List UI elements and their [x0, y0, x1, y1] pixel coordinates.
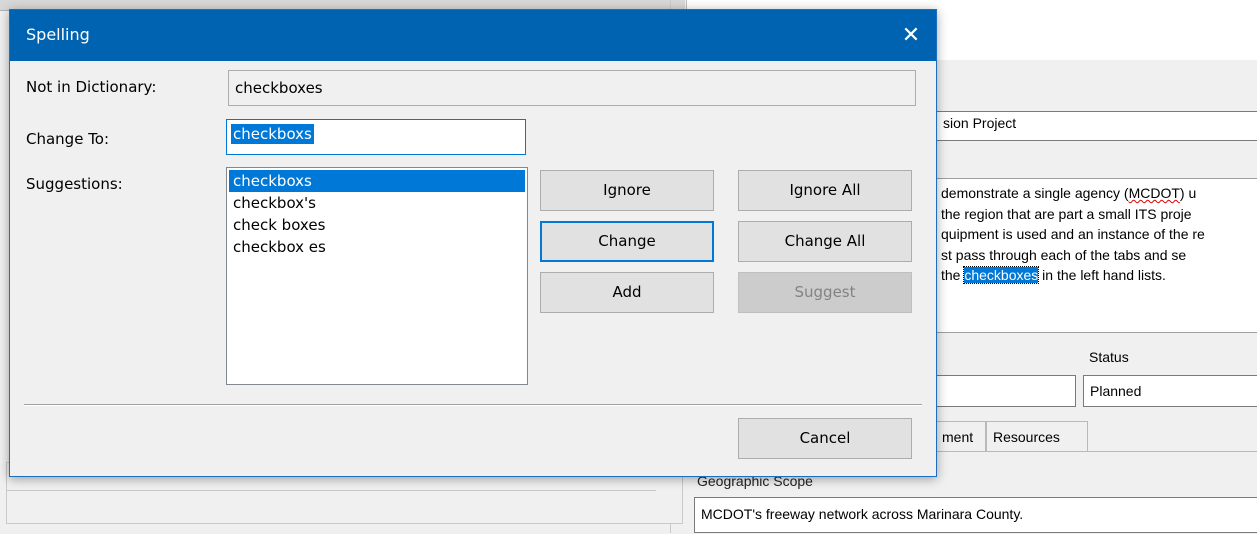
- not-in-dictionary-field: checkboxes: [228, 70, 916, 106]
- change-to-label: Change To:: [26, 130, 110, 148]
- project-name-text: sion Project: [943, 115, 1017, 131]
- description-line: quipment is used and an instance of the …: [941, 226, 1205, 242]
- suggestions-list[interactable]: checkboxs checkbox's check boxes checkbo…: [226, 167, 528, 385]
- dialog-title-bar[interactable]: Spelling ✕: [10, 10, 936, 61]
- not-in-dictionary-value: checkboxes: [235, 79, 323, 97]
- suggest-button: Suggest: [738, 272, 912, 313]
- background-list-frame-lower: [6, 490, 656, 534]
- date-field[interactable]: [936, 375, 1076, 407]
- suggestion-item[interactable]: checkbox's: [229, 192, 525, 214]
- status-label: Status: [1089, 349, 1129, 365]
- status-value: Planned: [1090, 383, 1142, 399]
- change-button[interactable]: Change: [540, 221, 714, 262]
- status-dropdown[interactable]: Planned: [1083, 375, 1257, 407]
- ignore-button[interactable]: Ignore: [540, 170, 714, 211]
- tab-resources[interactable]: Resources: [986, 421, 1088, 451]
- suggestion-item[interactable]: check boxes: [229, 214, 525, 236]
- dialog-separator: [24, 404, 922, 406]
- dialog-title: Spelling: [26, 25, 90, 44]
- suggestions-label: Suggestions:: [26, 175, 123, 193]
- suggestion-item[interactable]: checkboxs: [229, 170, 525, 192]
- close-icon[interactable]: ✕: [886, 10, 936, 61]
- geographic-scope-value: MCDOT's freeway network across Marinara …: [701, 506, 1024, 522]
- highlighted-word: checkboxes: [963, 266, 1040, 284]
- description-line: demonstrate a single agency (MCDOT) u: [941, 185, 1197, 201]
- ignore-all-button[interactable]: Ignore All: [738, 170, 912, 211]
- tab-management[interactable]: ment: [936, 421, 986, 451]
- suggestion-item[interactable]: checkbox es: [229, 236, 525, 258]
- project-name-field[interactable]: sion Project: [936, 111, 1257, 141]
- change-to-input[interactable]: checkboxs: [226, 119, 526, 155]
- description-line: st pass through each of the tabs and se: [941, 246, 1187, 263]
- description-line: the region that are part a small ITS pro…: [941, 205, 1192, 222]
- project-description-field[interactable]: demonstrate a single agency (MCDOT) u th…: [936, 178, 1257, 333]
- description-line: the checkboxes in the left hand lists.: [941, 266, 1166, 284]
- add-button[interactable]: Add: [540, 272, 714, 313]
- spelling-dialog: Spelling ✕ Not in Dictionary: checkboxes…: [9, 9, 937, 477]
- geographic-scope-field[interactable]: MCDOT's freeway network across Marinara …: [694, 497, 1257, 533]
- change-all-button[interactable]: Change All: [738, 221, 912, 262]
- cancel-button[interactable]: Cancel: [738, 418, 912, 459]
- misspelled-word: MCDOT: [1128, 185, 1180, 201]
- change-to-value: checkboxs: [231, 124, 314, 144]
- not-in-dictionary-label: Not in Dictionary:: [26, 78, 157, 96]
